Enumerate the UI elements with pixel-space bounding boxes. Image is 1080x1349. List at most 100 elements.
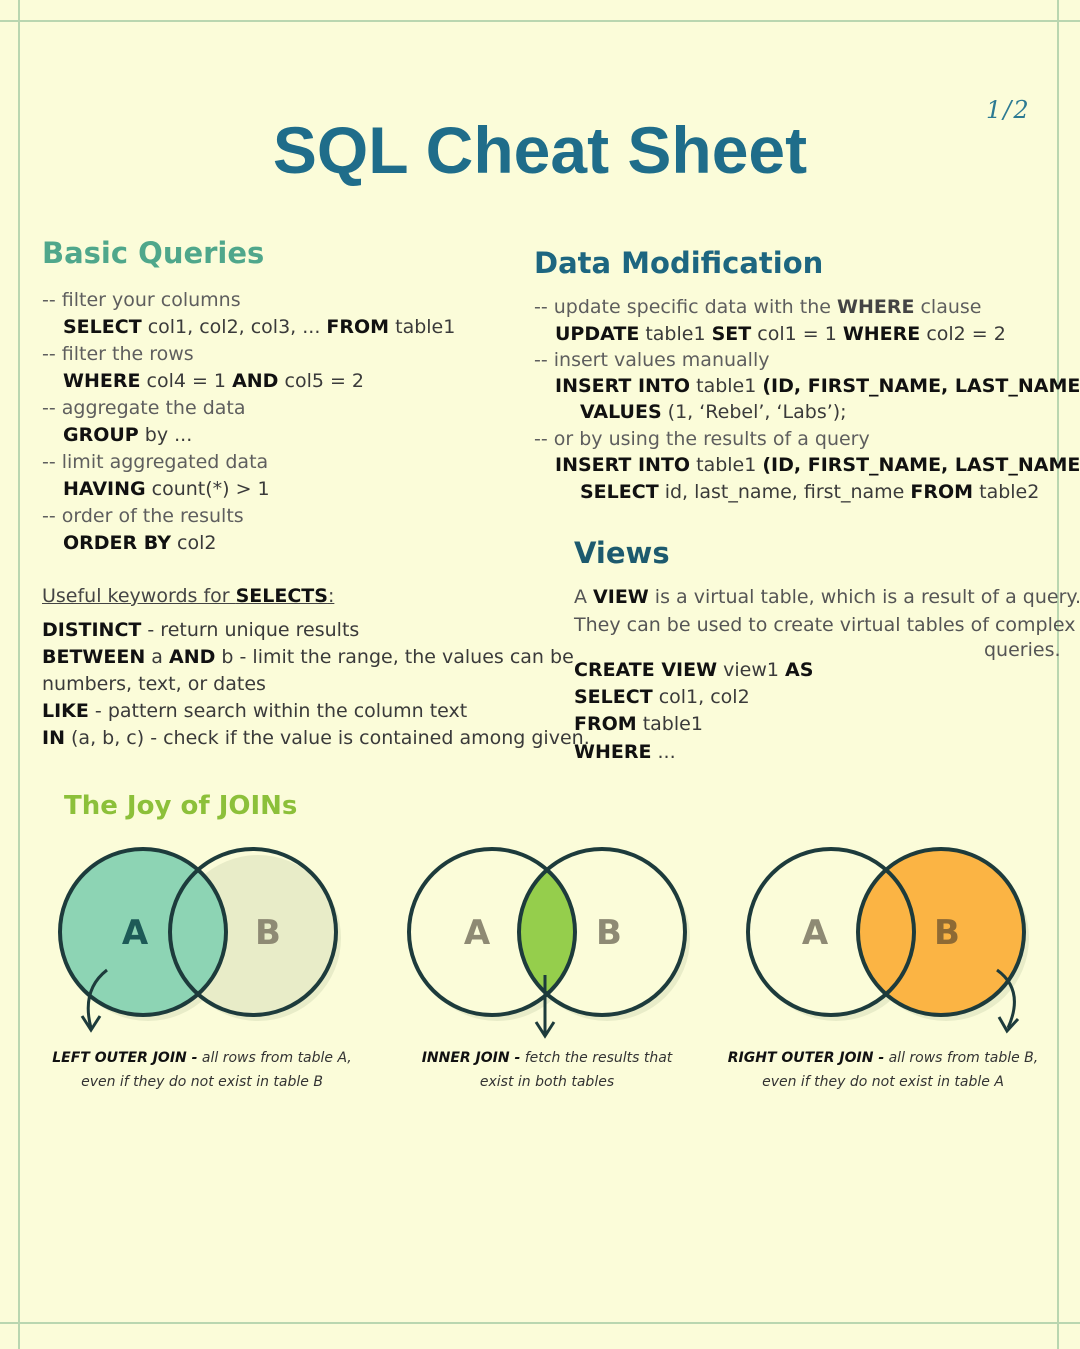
caption-text: all rows from table A, <box>197 1050 352 1066</box>
inner-join-venn-diagram: A B <box>407 847 690 1039</box>
kw-insert-into: INSERT INTO <box>555 454 691 476</box>
basic-queries-heading: Basic Queries <box>42 236 265 270</box>
views-line-3: FROM table1 <box>574 711 703 738</box>
useful-colon: : <box>327 585 335 607</box>
border-right <box>1057 0 1059 1349</box>
keyword-in: IN (a, b, c) - check if the value is con… <box>42 725 590 752</box>
caption-line-1: RIGHT OUTER JOIN - all rows from table B… <box>713 1046 1053 1070</box>
border-left <box>18 0 20 1349</box>
kw-view: VIEW <box>593 586 649 608</box>
caption-keyword: LEFT OUTER JOIN - <box>52 1050 198 1066</box>
desc-text: is a virtual table, which is a result of… <box>648 586 1080 608</box>
caption-text: all rows from table B, <box>884 1050 1039 1066</box>
code-text: table1 <box>389 316 456 338</box>
inner-join-caption: INNER JOIN - fetch the results that exis… <box>377 1046 717 1094</box>
left-join-venn-diagram: A B <box>58 847 341 1033</box>
keyword-desc: (a, b, c) - check if the value is contai… <box>64 727 590 749</box>
code-text: col1 = 1 <box>751 323 843 345</box>
kw-columns: (ID, FIRST_NAME, LAST_NAME) <box>762 454 1080 476</box>
venn-label-a: A <box>464 913 491 953</box>
code-text: col2 <box>170 532 217 554</box>
basic-comment-3: -- aggregate the data <box>42 397 246 419</box>
code-text: table1 <box>636 713 703 735</box>
kw-set: SET <box>711 323 752 345</box>
venn-label-b: B <box>255 913 281 953</box>
left-join-caption: LEFT OUTER JOIN - all rows from table A,… <box>32 1046 372 1094</box>
basic-line-2: WHERE col4 = 1 AND col5 = 2 <box>63 368 364 395</box>
mod-line-4: INSERT INTO table1 (ID, FIRST_NAME, LAST… <box>555 452 1080 479</box>
venn-label-a: A <box>122 913 149 953</box>
kw-selects: SELECTS <box>235 585 328 607</box>
border-top <box>0 20 1080 22</box>
joins-heading: The Joy of JOINs <box>64 791 298 821</box>
basic-comment-2: -- filter the rows <box>42 343 194 365</box>
desc-text: A <box>574 586 594 608</box>
code-text: table1 <box>690 454 763 476</box>
code-text: view1 <box>717 659 785 681</box>
kw-values: VALUES <box>580 401 662 423</box>
caption-line-1: LEFT OUTER JOIN - all rows from table A, <box>32 1046 372 1070</box>
code-text: by ... <box>138 424 193 446</box>
mod-comment-3: -- or by using the results of a query <box>534 428 870 450</box>
views-line-1: CREATE VIEW view1 AS <box>574 657 813 684</box>
kw-like: LIKE <box>42 700 89 722</box>
code-text: col4 = 1 <box>140 370 233 392</box>
venn-label-b: B <box>934 913 960 953</box>
keyword-desc: - pattern search within the column text <box>88 700 468 722</box>
right-join-venn-diagram: A B <box>746 847 1029 1034</box>
code-text: col2 = 2 <box>920 323 1006 345</box>
code-text: col1, col2 <box>652 686 750 708</box>
kw-insert-into: INSERT INTO <box>555 375 691 397</box>
keyword-desc: - return unique results <box>141 619 360 641</box>
basic-comment-1: -- filter your columns <box>42 289 241 311</box>
kw-where: WHERE <box>63 370 141 392</box>
basic-comment-4: -- limit aggregated data <box>42 451 269 473</box>
kw-between: BETWEEN <box>42 646 146 668</box>
right-join-caption: RIGHT OUTER JOIN - all rows from table B… <box>713 1046 1053 1094</box>
kw-distinct: DISTINCT <box>42 619 142 641</box>
keyword-between: BETWEEN a AND b - limit the range, the v… <box>42 644 574 671</box>
kw-and: AND <box>232 370 279 392</box>
code-text: count(*) > 1 <box>145 478 270 500</box>
caption-keyword: RIGHT OUTER JOIN - <box>727 1050 885 1066</box>
keyword-like: LIKE - pattern search within the column … <box>42 698 467 725</box>
basic-line-1: SELECT col1, col2, col3, ... FROM table1 <box>63 314 455 341</box>
views-heading: Views <box>574 536 670 570</box>
code-text: table1 <box>690 375 763 397</box>
keyword-distinct: DISTINCT - return unique results <box>42 617 359 644</box>
views-line-4: WHERE ... <box>574 739 676 766</box>
code-text: (1, ‘Rebel’, ‘Labs’); <box>661 401 847 423</box>
caption-line-1: INNER JOIN - fetch the results that <box>377 1046 717 1070</box>
kw-where: WHERE <box>574 741 652 763</box>
kw-group: GROUP <box>63 424 139 446</box>
data-modification-heading: Data Modification <box>534 246 824 280</box>
views-desc-1: A VIEW is a virtual table, which is a re… <box>574 584 1080 611</box>
kw-where: WHERE <box>836 296 915 318</box>
caption-keyword: INNER JOIN - <box>421 1050 521 1066</box>
basic-line-3: GROUP by ... <box>63 422 192 449</box>
useful-text: Useful keywords for <box>42 585 236 607</box>
kw-select: SELECT <box>63 316 142 338</box>
kw-columns: (ID, FIRST_NAME, LAST_NAME) <box>762 375 1080 397</box>
keyword-between-cont: numbers, text, or dates <box>42 673 266 695</box>
keyword-desc: b - limit the range, the values can be <box>215 646 574 668</box>
kw-from: FROM <box>574 713 637 735</box>
kw-from: FROM <box>326 316 390 338</box>
caption-text: fetch the results that <box>520 1050 673 1066</box>
useful-keywords-heading: Useful keywords for SELECTS: <box>42 583 334 610</box>
mod-comment-1: -- update specific data with the WHERE c… <box>534 294 981 321</box>
code-text: ... <box>651 741 676 763</box>
kw-create-view: CREATE VIEW <box>574 659 718 681</box>
mod-line-2: INSERT INTO table1 (ID, FIRST_NAME, LAST… <box>555 373 1080 400</box>
kw-having: HAVING <box>63 478 146 500</box>
comment-text: clause <box>914 296 982 318</box>
kw-select: SELECT <box>574 686 653 708</box>
kw-in: IN <box>42 727 65 749</box>
mod-line-5: SELECT id, last_name, first_name FROM ta… <box>580 479 1039 506</box>
caption-line-2: exist in both tables <box>479 1074 615 1090</box>
mod-line-3: VALUES (1, ‘Rebel’, ‘Labs’); <box>580 399 847 426</box>
views-desc-3: queries. <box>984 639 1061 661</box>
venn-label-b: B <box>596 913 622 953</box>
mod-line-1: UPDATE table1 SET col1 = 1 WHERE col2 = … <box>555 321 1006 348</box>
kw-where: WHERE <box>842 323 921 345</box>
